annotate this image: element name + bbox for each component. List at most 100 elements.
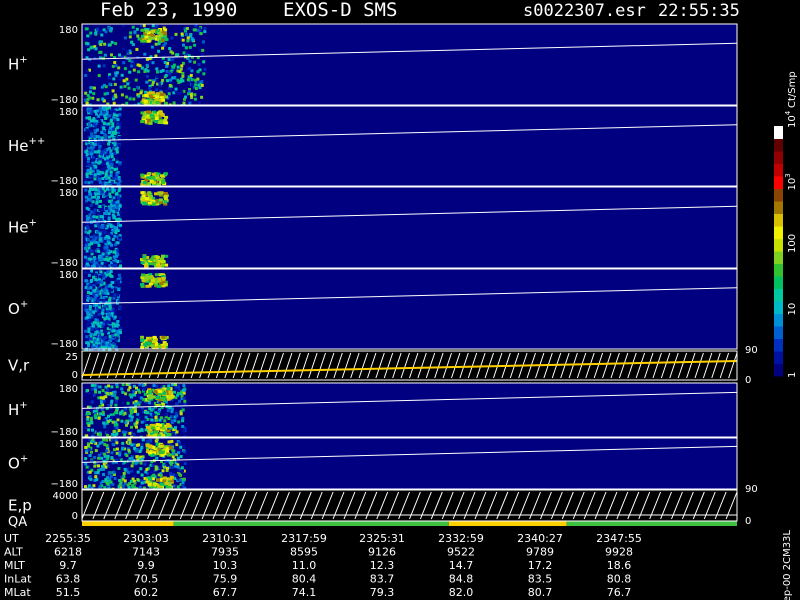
spectrogram-cell bbox=[154, 465, 158, 469]
spectrogram-cell bbox=[127, 471, 131, 475]
spectrogram-cell bbox=[166, 429, 171, 433]
spectrogram-cell bbox=[118, 453, 122, 457]
footer-cell: 14.7 bbox=[449, 559, 474, 572]
spectrogram-cell bbox=[172, 484, 176, 488]
spectrogram-cell bbox=[173, 76, 177, 80]
spectrogram-cell bbox=[87, 148, 91, 152]
footer-cell: 7143 bbox=[132, 546, 160, 559]
spectrogram-cell bbox=[116, 293, 119, 297]
spectrogram-cell bbox=[105, 289, 109, 293]
spectrogram-cell bbox=[115, 336, 119, 340]
spectrogram-cell bbox=[166, 466, 169, 470]
spectrogram-cell bbox=[183, 399, 187, 403]
spectrogram-cell bbox=[186, 39, 190, 43]
spectrogram-cell bbox=[110, 53, 113, 57]
spectrogram-cell bbox=[178, 399, 182, 403]
spectrogram-cell bbox=[170, 410, 174, 414]
spectrogram-cell bbox=[110, 288, 113, 292]
spectrogram-cell bbox=[190, 78, 194, 82]
spectrogram-cell bbox=[121, 390, 125, 394]
spectrogram-cell bbox=[166, 453, 171, 457]
spectrogram-cell bbox=[144, 68, 148, 71]
spectrogram-cell bbox=[95, 201, 99, 205]
spectrogram-cell bbox=[154, 430, 159, 434]
spectrogram-cell bbox=[151, 344, 155, 348]
spectrogram-cell bbox=[176, 65, 180, 69]
spectrogram-cell bbox=[110, 181, 114, 184]
panel-label: H+ bbox=[8, 55, 28, 74]
spectrogram-cell bbox=[121, 383, 125, 387]
spectrogram-cell bbox=[103, 239, 107, 243]
y-tick-top: 180 bbox=[59, 188, 78, 199]
spectrogram-cell bbox=[126, 82, 130, 86]
spectrogram-cell bbox=[84, 462, 88, 466]
spectrogram-cell bbox=[165, 69, 169, 73]
spectrogram-cell bbox=[114, 345, 118, 349]
spectrogram-cell bbox=[110, 274, 114, 278]
spectrogram-cell bbox=[87, 320, 90, 324]
spectrogram-cell bbox=[172, 101, 176, 105]
spectrogram-cell bbox=[91, 188, 95, 191]
spectrogram-cell bbox=[159, 93, 164, 97]
spectrogram-cell bbox=[139, 24, 143, 28]
spectrogram-cell bbox=[184, 29, 187, 33]
spectrogram-cell bbox=[158, 201, 163, 204]
spectrogram-cell bbox=[87, 330, 91, 334]
spectrogram-cell bbox=[141, 194, 146, 198]
spectrogram-cell bbox=[130, 60, 134, 64]
spectrogram-cell bbox=[104, 137, 108, 141]
spectrogram-cell bbox=[100, 281, 104, 285]
footer-cell: 11.0 bbox=[292, 559, 317, 572]
spectrogram-cell bbox=[93, 464, 97, 468]
footer-row-label: MLT bbox=[4, 559, 25, 572]
spectrogram-cell bbox=[169, 471, 172, 475]
spectrogram-cell bbox=[111, 122, 115, 126]
spectrogram-cell bbox=[154, 42, 158, 46]
spectrogram-cell bbox=[121, 484, 125, 488]
spectrogram-cell bbox=[87, 448, 91, 451]
spectrogram-cell bbox=[91, 324, 95, 327]
spectrogram-cell bbox=[104, 385, 108, 389]
spectrogram-cell bbox=[96, 98, 100, 102]
spectrogram-cell bbox=[139, 461, 143, 465]
spectrogram-cell bbox=[119, 85, 123, 89]
spectrogram-cell bbox=[98, 390, 101, 394]
spectrogram-cell bbox=[149, 95, 154, 99]
spectrogram-cell bbox=[99, 412, 103, 416]
spectrogram-cell bbox=[93, 315, 97, 319]
spectrogram-cell bbox=[139, 467, 143, 471]
spectrogram-cell bbox=[180, 466, 184, 470]
spectrogram-cell bbox=[101, 171, 105, 175]
spectrogram-cell bbox=[164, 115, 169, 119]
spectrogram-cell bbox=[170, 421, 174, 424]
spectrogram-cell bbox=[115, 441, 119, 445]
spectrogram-cell bbox=[203, 27, 207, 30]
spectrogram-cell bbox=[128, 393, 132, 397]
spectrogram-cell bbox=[130, 64, 134, 68]
spectrogram-cell bbox=[168, 445, 173, 449]
summary-plot: Feb 23, 1990 EXOS-D SMS s0022307.esr 22:… bbox=[4, 0, 798, 600]
spectrogram-cell bbox=[116, 280, 120, 283]
spectrogram-cell bbox=[137, 443, 141, 447]
spectrogram-cell bbox=[102, 28, 106, 32]
spectrogram-cell bbox=[108, 75, 112, 79]
spectrogram-cell bbox=[114, 64, 118, 68]
spectrogram-cell bbox=[85, 27, 89, 31]
colorbar-swatch bbox=[774, 176, 783, 189]
spectrogram-cell bbox=[182, 384, 186, 388]
spectrogram-cell bbox=[92, 211, 96, 215]
spectrogram-cell bbox=[135, 449, 139, 453]
spectrogram-cell bbox=[155, 67, 159, 71]
spectrogram-cell bbox=[97, 161, 101, 165]
spectrogram-cell bbox=[181, 408, 185, 412]
spectrogram-cell bbox=[102, 108, 106, 112]
spectrogram-cell bbox=[105, 162, 109, 166]
spectrogram-cell bbox=[108, 256, 112, 260]
spectrogram-cell bbox=[152, 340, 157, 344]
spectrogram-cell bbox=[128, 97, 132, 101]
spectrogram-cell bbox=[100, 152, 104, 156]
spectrogram-cell bbox=[122, 472, 126, 475]
spectrogram-cell bbox=[146, 118, 151, 122]
spectrogram-cell bbox=[113, 164, 117, 168]
spectrogram-cell bbox=[85, 259, 89, 263]
